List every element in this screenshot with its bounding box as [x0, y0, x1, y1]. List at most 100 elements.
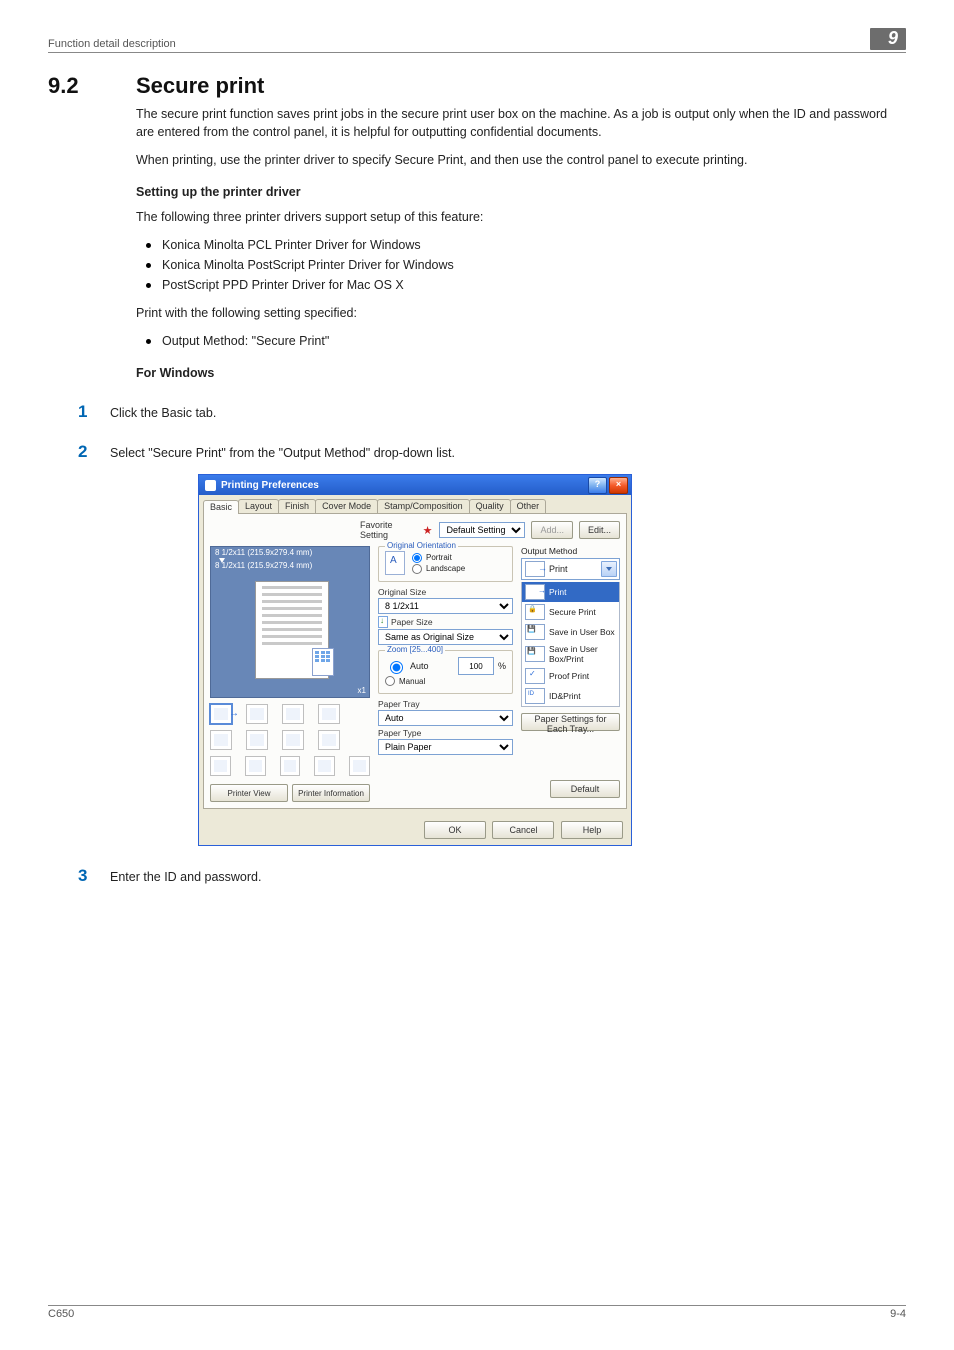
zoom-manual-radio[interactable] — [385, 676, 395, 686]
dropdown-item-secure-print[interactable]: Secure Print — [522, 602, 619, 622]
print-with: Print with the following setting specifi… — [136, 304, 906, 322]
preview-size-out: 8 1/2x11 (215.9x279.4 mm) — [215, 561, 312, 570]
page-header: Function detail description 9 — [48, 28, 906, 53]
section-title: Secure print — [136, 73, 264, 99]
printer-view-button[interactable]: Printer View — [210, 784, 288, 802]
close-icon[interactable]: × — [609, 477, 628, 494]
landscape-radio[interactable] — [412, 564, 422, 574]
subheading-windows: For Windows — [136, 364, 906, 382]
step-number: 1 — [78, 402, 96, 422]
intro-paragraph-2: When printing, use the printer driver to… — [136, 151, 906, 169]
dropdown-item-id-print[interactable]: ID&Print — [522, 686, 619, 706]
zoom-ratio: x1 — [358, 686, 366, 695]
help-icon[interactable]: ? — [588, 477, 607, 494]
paper-size-label: Paper Size — [378, 616, 513, 628]
window-title: Printing Preferences — [221, 480, 586, 491]
layout-thumb-icon[interactable] — [210, 730, 232, 750]
layout-thumb-icon[interactable] — [282, 730, 304, 750]
tab-basic[interactable]: Basic — [203, 500, 239, 514]
zoom-manual-label: Manual — [399, 677, 425, 686]
printer-information-button[interactable]: Printer Information — [292, 784, 370, 802]
layout-thumb-icon[interactable] — [246, 704, 268, 724]
add-button[interactable]: Add... — [531, 521, 573, 539]
zoom-auto-label: Auto — [410, 661, 454, 671]
favorite-select[interactable]: Default Setting — [439, 522, 525, 538]
tab-layout[interactable]: Layout — [238, 499, 279, 513]
paper-settings-button[interactable]: Paper Settings for Each Tray... — [521, 713, 620, 731]
breadcrumb: Function detail description — [48, 38, 176, 50]
lock-icon — [525, 604, 545, 620]
section-heading: 9.2 Secure print — [48, 73, 906, 99]
favorite-label: Favorite Setting — [360, 520, 417, 540]
list-item: PostScript PPD Printer Driver for Mac OS… — [136, 276, 906, 294]
dropdown-item-save-user-box-print[interactable]: Save in User Box/Print — [522, 642, 619, 666]
list-item: Konica Minolta PCL Printer Driver for Wi… — [136, 236, 906, 254]
zoom-value[interactable] — [458, 657, 494, 675]
list-item: Output Method: "Secure Print" — [136, 332, 906, 350]
step-text: Click the Basic tab. — [110, 406, 216, 420]
cancel-button[interactable]: Cancel — [492, 821, 554, 839]
orientation-fieldset: Original Orientation Portrait Landscape — [378, 546, 513, 582]
layout-thumb-icon[interactable] — [245, 756, 266, 776]
tab-stamp-composition[interactable]: Stamp/Composition — [377, 499, 470, 513]
screenshot-printing-preferences: Printing Preferences ? × Basic Layout Fi… — [198, 474, 906, 846]
output-method-select[interactable]: Print — [521, 558, 620, 580]
setting-list: Output Method: "Secure Print" — [136, 332, 906, 350]
layout-thumb-icon[interactable] — [210, 704, 232, 724]
step-number: 3 — [78, 866, 96, 886]
paper-type-label: Paper Type — [378, 728, 513, 738]
layout-thumb-icon[interactable] — [318, 730, 340, 750]
paper-tray-label: Paper Tray — [378, 699, 513, 709]
layout-thumb-icon[interactable] — [318, 704, 340, 724]
original-size-label: Original Size — [378, 587, 513, 597]
zoom-auto-radio[interactable] — [390, 661, 403, 674]
calendar-icon — [312, 648, 334, 676]
orientation-legend: Original Orientation — [385, 541, 458, 550]
step-2: 2 Select "Secure Print" from the "Output… — [78, 442, 906, 462]
portrait-label: Portrait — [426, 553, 452, 562]
original-size-select[interactable]: 8 1/2x11 — [378, 598, 513, 614]
subheading-driver-setup: Setting up the printer driver — [136, 183, 906, 201]
section-number: 9.2 — [48, 73, 112, 99]
star-icon — [423, 524, 434, 536]
layout-thumb-icon[interactable] — [349, 756, 370, 776]
step-1: 1 Click the Basic tab. — [78, 402, 906, 422]
edit-button[interactable]: Edit... — [579, 521, 620, 539]
zoom-legend: Zoom [25...400] — [385, 645, 445, 654]
layout-thumb-icon[interactable] — [280, 756, 301, 776]
driver-lead: The following three printer drivers supp… — [136, 208, 906, 226]
portrait-radio[interactable] — [412, 553, 422, 563]
dropdown-item-proof-print[interactable]: Proof Print — [522, 666, 619, 686]
tab-quality[interactable]: Quality — [469, 499, 511, 513]
tab-other[interactable]: Other — [510, 499, 547, 513]
page-preview: 8 1/2x11 (215.9x279.4 mm) 8 1/2x11 (215.… — [210, 546, 370, 698]
step-text: Enter the ID and password. — [110, 870, 261, 884]
paper-size-select[interactable]: Same as Original Size — [378, 629, 513, 645]
dropdown-item-save-user-box[interactable]: Save in User Box — [522, 622, 619, 642]
paper-tray-select[interactable]: Auto — [378, 710, 513, 726]
titlebar: Printing Preferences ? × — [199, 475, 631, 495]
intro-paragraph-1: The secure print function saves print jo… — [136, 105, 906, 141]
layout-thumb-icon[interactable] — [282, 704, 304, 724]
chapter-badge: 9 — [870, 28, 906, 50]
footer-page: 9-4 — [890, 1308, 906, 1320]
ok-button[interactable]: OK — [424, 821, 486, 839]
help-button[interactable]: Help — [561, 821, 623, 839]
zoom-unit: % — [498, 661, 506, 671]
tab-finish[interactable]: Finish — [278, 499, 316, 513]
save-print-icon — [525, 646, 545, 662]
layout-thumb-icon[interactable] — [246, 730, 268, 750]
layout-thumb-icon[interactable] — [314, 756, 335, 776]
step-3: 3 Enter the ID and password. — [78, 866, 906, 886]
paper-type-select[interactable]: Plain Paper — [378, 739, 513, 755]
landscape-label: Landscape — [426, 564, 465, 573]
default-button[interactable]: Default — [550, 780, 620, 798]
paper-icon — [378, 616, 388, 628]
id-icon — [525, 688, 545, 704]
dropdown-item-print[interactable]: Print — [522, 582, 619, 602]
tab-cover-mode[interactable]: Cover Mode — [315, 499, 378, 513]
layout-thumb-icon[interactable] — [210, 756, 231, 776]
chevron-down-icon — [601, 561, 617, 577]
portrait-icon — [385, 551, 405, 575]
list-item: Konica Minolta PostScript Printer Driver… — [136, 256, 906, 274]
